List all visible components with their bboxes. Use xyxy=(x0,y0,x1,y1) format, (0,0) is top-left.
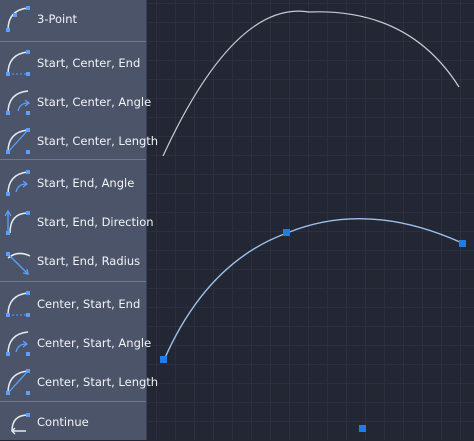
menu-item-start-end-radius[interactable]: Start, End, Radius xyxy=(0,242,146,280)
canvas-drawing xyxy=(160,10,466,432)
arc-center-start-end-icon xyxy=(2,287,36,321)
menu-group-start-end: Start, End, Angle Start, End, Direction xyxy=(0,159,154,281)
menu-item-label: Start, Center, End xyxy=(37,56,141,70)
menu-item-start-center-end[interactable]: Start, Center, End xyxy=(0,44,146,82)
menu-item-center-start-end[interactable]: Center, Start, End xyxy=(0,285,146,323)
arc-start-grip[interactable] xyxy=(160,356,167,363)
menu-item-3-point[interactable]: 3-Point xyxy=(0,0,146,38)
arc-3-point-icon xyxy=(2,2,36,36)
arc-continue-icon xyxy=(2,405,36,439)
arc-start-center-end-icon xyxy=(2,46,36,80)
menu-item-center-start-angle[interactable]: Center, Start, Angle xyxy=(0,324,151,362)
arc-options-menu: 3-Point Start, Center, End Start, Center… xyxy=(0,0,158,440)
arc-start-center-angle-icon xyxy=(2,85,36,119)
arc-mid-grip[interactable] xyxy=(283,229,290,236)
menu-item-label: Center, Start, End xyxy=(37,297,141,311)
menu-item-label: Start, End, Direction xyxy=(37,215,154,229)
menu-item-start-center-length[interactable]: Start, Center, Length xyxy=(0,122,158,160)
menu-item-start-end-angle[interactable]: Start, End, Angle xyxy=(0,164,146,202)
menu-item-start-center-angle[interactable]: Start, Center, Angle xyxy=(0,83,151,121)
arc-end-grip[interactable] xyxy=(459,240,466,247)
cursor-grip[interactable] xyxy=(359,425,366,432)
menu-item-continue[interactable]: Continue xyxy=(0,403,146,441)
menu-item-label: Center, Start, Length xyxy=(37,375,159,389)
menu-item-label: Continue xyxy=(37,415,89,429)
menu-item-label: Start, Center, Angle xyxy=(37,95,152,109)
menu-item-center-start-length[interactable]: Center, Start, Length xyxy=(0,363,158,401)
arc-center-start-angle-icon xyxy=(2,326,36,360)
preview-arc xyxy=(163,217,463,361)
menu-item-start-end-direction[interactable]: Start, End, Direction xyxy=(0,203,154,241)
menu-group-3-point: 3-Point xyxy=(0,0,146,41)
menu-item-label: Start, End, Angle xyxy=(37,176,135,190)
arc-start-end-radius-icon xyxy=(2,244,36,278)
menu-group-start-center: Start, Center, End Start, Center, Angle xyxy=(0,41,158,160)
arc-center-start-length-icon xyxy=(2,365,36,399)
menu-item-label: 3-Point xyxy=(37,12,78,26)
menu-group-center-start: Center, Start, End Center, Start, Angle xyxy=(0,281,158,401)
menu-item-label: Center, Start, Angle xyxy=(37,336,152,350)
arc-start-end-angle-icon xyxy=(2,166,36,200)
reference-arc xyxy=(162,10,460,157)
menu-group-continue: Continue xyxy=(0,401,146,440)
menu-item-label: Start, Center, Length xyxy=(37,134,159,148)
drawing-canvas[interactable] xyxy=(147,0,474,440)
arc-start-center-length-icon xyxy=(2,124,36,158)
menu-item-label: Start, End, Radius xyxy=(37,254,141,268)
arc-start-end-direction-icon xyxy=(2,205,36,239)
